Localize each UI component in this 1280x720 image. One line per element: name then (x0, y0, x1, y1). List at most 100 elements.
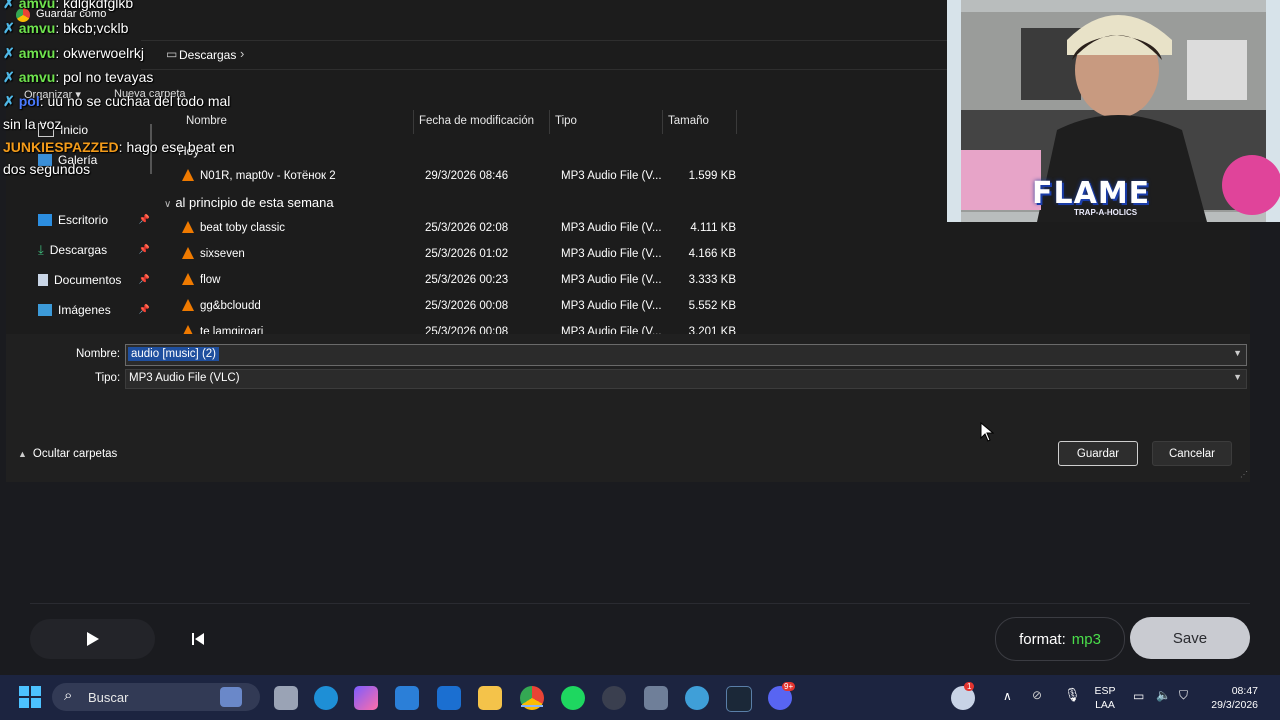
chat-text: uu no se cuchaa del todo mal (47, 93, 231, 109)
file-row[interactable]: te lamgiroari 25/3/2026 00:08 MP3 Audio … (166, 320, 756, 334)
breadcrumb-chevron-icon[interactable]: › (240, 46, 244, 61)
windows-start-icon[interactable] (19, 686, 41, 708)
language-code: ESP (1094, 685, 1116, 697)
paint-icon[interactable] (685, 686, 709, 710)
tray-chevron-up-icon[interactable]: ∧ (1003, 689, 1012, 703)
column-header-type[interactable]: Tipo (555, 115, 577, 127)
nav-item-imagenes[interactable]: Imágenes 📌 (38, 299, 150, 321)
guardar-button[interactable]: Guardar (1058, 441, 1138, 466)
search-placeholder: Buscar (88, 690, 129, 705)
nav-item-descargas[interactable]: ⤓ Descargas 📌 (38, 239, 150, 261)
volume-icon[interactable]: 🔈 (1156, 688, 1171, 702)
vlc-file-icon (182, 221, 194, 233)
sword-badge-icon: ✗ (3, 0, 15, 11)
pin-icon: 📌 (138, 274, 150, 284)
active-app-indicator (521, 705, 543, 707)
clock-time: 08:47 (1231, 685, 1258, 697)
flame-logo: FLAME (1032, 176, 1151, 211)
play-button[interactable] (30, 619, 155, 659)
file-type-select[interactable]: MP3 Audio File (VLC) ▼ (125, 369, 1247, 389)
chat-text: okwerwoelrkj (63, 45, 145, 61)
file-row[interactable]: gg&bcloudd 25/3/2026 00:08 MP3 Audio Fil… (166, 294, 756, 320)
column-divider[interactable] (662, 110, 663, 134)
nav-item-escritorio[interactable]: Escritorio 📌 (38, 209, 150, 231)
skip-back-icon (192, 633, 204, 645)
cancelar-button[interactable]: Cancelar (1152, 441, 1232, 466)
column-header-size[interactable]: Tamaño (668, 115, 709, 127)
search-icon: ⌕ (64, 687, 73, 704)
resize-grip-icon[interactable]: ⋰ (1240, 470, 1248, 479)
previous-button[interactable] (186, 629, 210, 649)
column-divider[interactable] (549, 110, 550, 134)
steam-icon[interactable] (726, 686, 752, 712)
vlc-file-icon (182, 273, 194, 285)
group-header-this-week[interactable]: ∨ al principio de esta semana (164, 195, 334, 210)
store-icon[interactable] (395, 686, 419, 710)
chat-message-continued: sin la voz (3, 116, 62, 132)
keyboard-layout: LAA (1095, 699, 1115, 711)
battery-icon[interactable]: ⛉ (1179, 688, 1188, 703)
file-date: 25/3/2026 00:08 (425, 300, 509, 312)
column-divider[interactable] (736, 110, 737, 134)
hide-folders-toggle[interactable]: ▲ Ocultar carpetas (18, 448, 117, 460)
clock[interactable]: 08:47 29/3/2026 (1198, 684, 1258, 712)
settings-icon[interactable] (644, 686, 668, 710)
breadcrumb-descargas[interactable]: Descargas (179, 48, 236, 62)
desktop-icon (38, 214, 52, 226)
chat-text: pol no tevayas (63, 69, 154, 85)
flame-logo-subtitle: TRAP-A-HOLICS (1074, 208, 1138, 217)
chat-message: ✗ pol: uu no se cuchaa del todo mal (3, 93, 231, 109)
file-size: 4.166 KB (688, 248, 736, 260)
chat-username: pol (18, 93, 40, 109)
chevron-down-icon[interactable]: ▼ (1233, 372, 1242, 382)
task-view-icon[interactable] (274, 686, 298, 710)
copilot-icon[interactable] (354, 686, 378, 710)
file-size: 3.333 KB (688, 274, 736, 286)
network-icon[interactable]: ▭ (1133, 689, 1144, 703)
taskbar-search[interactable]: ⌕ Buscar (52, 683, 260, 711)
nav-item-documentos[interactable]: Documentos 📌 (38, 269, 150, 291)
chevron-down-icon[interactable]: ▼ (1233, 348, 1242, 358)
format-value: mp3 (1071, 630, 1101, 648)
outlook-icon[interactable] (437, 686, 461, 710)
file-type: MP3 Audio File (V... (561, 326, 662, 334)
column-header-name[interactable]: Nombre (186, 115, 227, 127)
tray-app-icon[interactable]: ⊘ (1032, 688, 1042, 702)
pin-icon: 📌 (138, 304, 150, 314)
column-header-date[interactable]: Fecha de modificación (419, 115, 534, 127)
save-button[interactable]: Save (1130, 617, 1250, 659)
file-row[interactable]: beat toby classic 25/3/2026 02:08 MP3 Au… (166, 216, 756, 242)
file-type: MP3 Audio File (V... (561, 300, 662, 312)
nav-item-label: Inicio (60, 123, 89, 137)
file-name: sixseven (200, 248, 245, 260)
file-name-input[interactable]: audio [music] (2) ▼ (125, 344, 1247, 366)
vlc-file-icon (182, 169, 194, 181)
file-date: 25/3/2026 00:23 (425, 274, 509, 286)
chevron-down-icon: ∨ (164, 199, 172, 210)
sword-badge-icon: ✗ (3, 93, 15, 109)
file-size: 1.599 KB (688, 170, 736, 182)
chat-username: amvu (18, 69, 56, 85)
file-name: N01R, mapt0v - Котёнок 2 (200, 170, 336, 182)
file-name: gg&bcloudd (200, 300, 261, 312)
discord-badge: 9+ (782, 682, 796, 691)
spotify-icon[interactable] (561, 686, 585, 710)
nav-item-label: Documentos (54, 273, 122, 287)
file-row[interactable]: N01R, mapt0v - Котёнок 2 29/3/2026 08:46… (166, 164, 756, 190)
file-date: 29/3/2026 08:46 (425, 170, 509, 182)
document-icon (38, 274, 48, 286)
language-indicator[interactable]: ESP LAA (1090, 684, 1120, 712)
microphone-icon[interactable]: 🎙 (1064, 687, 1081, 703)
format-selector[interactable]: format: mp3 (995, 617, 1125, 661)
obs-icon[interactable] (602, 686, 626, 710)
file-size: 4.111 KB (690, 222, 736, 234)
edge-icon[interactable] (314, 686, 338, 710)
file-name: te lamgiroari (200, 326, 264, 334)
file-name-value[interactable]: audio [music] (2) (128, 347, 220, 361)
search-highlight-icon (220, 687, 242, 707)
file-row[interactable]: flow 25/3/2026 00:23 MP3 Audio File (V..… (166, 268, 756, 294)
file-row[interactable]: sixseven 25/3/2026 01:02 MP3 Audio File … (166, 242, 756, 268)
file-date: 25/3/2026 01:02 (425, 248, 509, 260)
file-explorer-icon[interactable] (478, 686, 502, 710)
column-divider[interactable] (413, 110, 414, 134)
